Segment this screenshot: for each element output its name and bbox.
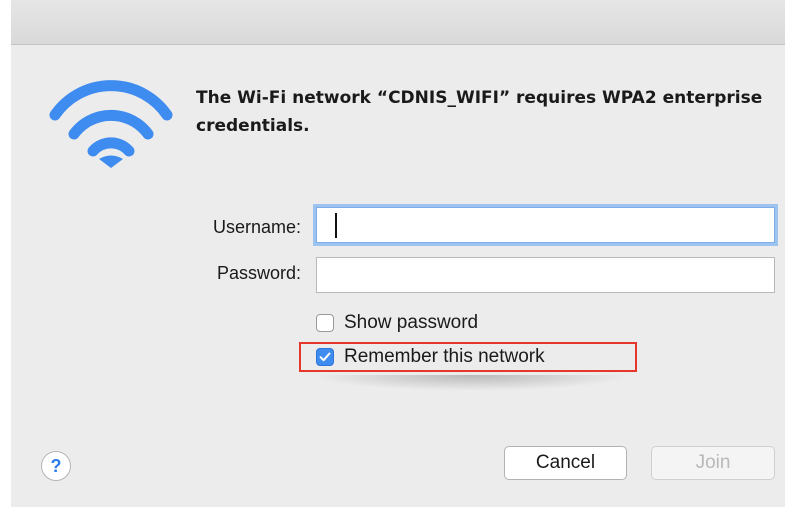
username-field[interactable] (316, 207, 775, 243)
username-label: Username: (212, 217, 301, 237)
text-cursor (335, 213, 337, 238)
remember-network-label: Remember this network (344, 346, 545, 367)
remember-network-option[interactable]: Remember this network (316, 344, 545, 370)
highlight-shadow (311, 375, 631, 391)
remember-network-checkbox[interactable] (316, 348, 334, 366)
show-password-label: Show password (344, 312, 479, 333)
help-button[interactable]: ? (41, 451, 71, 481)
show-password-checkbox[interactable] (316, 314, 334, 332)
wifi-credentials-dialog: The Wi-Fi network “CDNIS_WIFI” requires … (11, 0, 785, 507)
cancel-button[interactable]: Cancel (504, 446, 627, 480)
password-label: Password: (216, 263, 301, 283)
checkmark-icon (319, 352, 331, 362)
join-button[interactable]: Join (651, 446, 775, 480)
wifi-icon (49, 80, 173, 168)
dialog-message: The Wi-Fi network “CDNIS_WIFI” requires … (196, 88, 763, 136)
dialog-title-bar (11, 0, 785, 45)
password-field[interactable] (316, 257, 775, 293)
show-password-option[interactable]: Show password (316, 310, 478, 336)
